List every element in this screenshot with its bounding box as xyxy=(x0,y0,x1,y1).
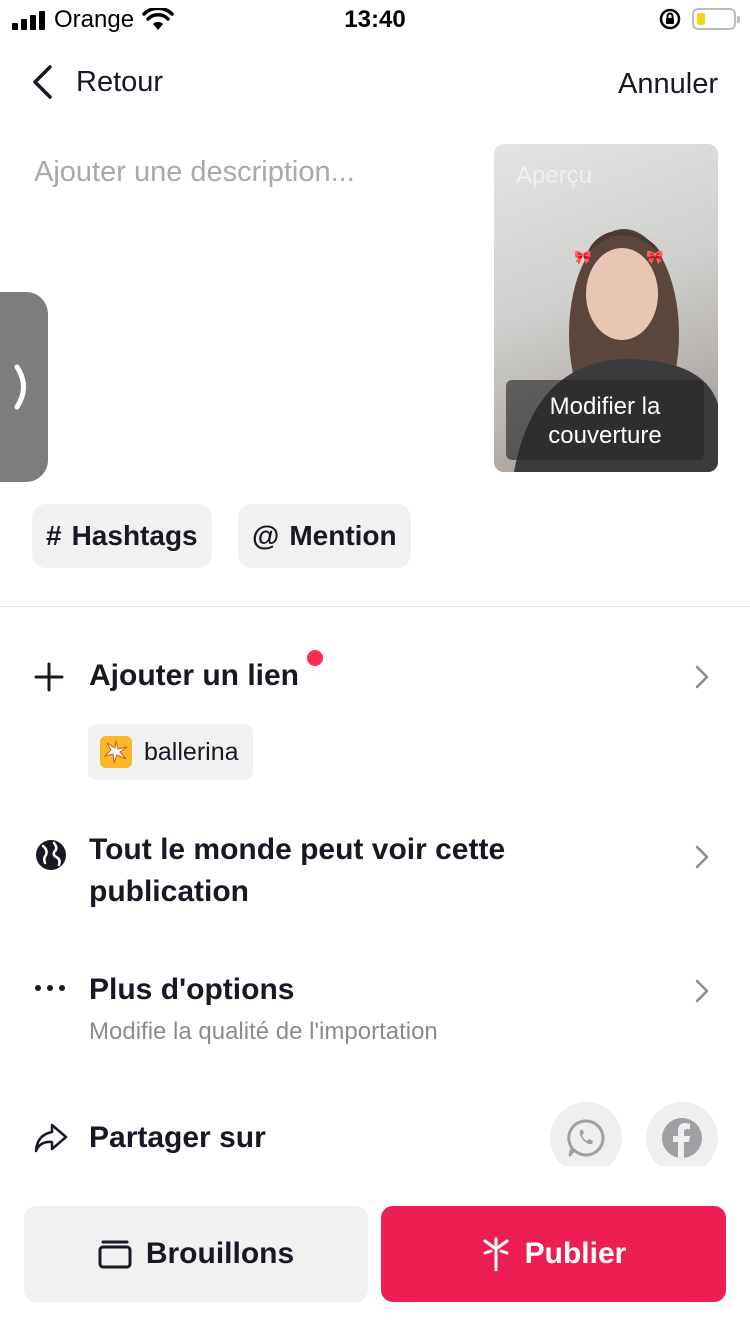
preview-label: Aperçu xyxy=(516,162,593,189)
cover-thumbnail[interactable]: 🎀 🎀 Aperçu Modifier la couverture xyxy=(494,144,718,472)
mention-label: Mention xyxy=(289,520,397,551)
description-input[interactable]: Ajouter une description... xyxy=(34,156,454,456)
visibility-label-line2: publication xyxy=(89,875,249,908)
more-options-row[interactable]: Plus d'options Modifie la qualité de l'i… xyxy=(0,968,750,1052)
whatsapp-icon xyxy=(567,1119,605,1157)
globe-icon xyxy=(36,840,66,870)
chevron-right-icon xyxy=(14,364,26,410)
cancel-button[interactable]: Annuler xyxy=(618,68,718,101)
mention-button[interactable]: @ Mention xyxy=(238,504,411,568)
add-link-label: Ajouter un lien xyxy=(89,659,299,692)
svg-text:🎀: 🎀 xyxy=(574,249,591,265)
share-whatsapp-button[interactable] xyxy=(550,1102,622,1174)
add-link-row[interactable]: Ajouter un lien xyxy=(0,652,750,700)
mention-icon: @ xyxy=(252,520,280,551)
publish-button[interactable]: Publier xyxy=(381,1206,726,1302)
section-divider xyxy=(0,606,750,607)
visibility-row[interactable]: Tout le monde peut voir cette publicatio… xyxy=(0,830,750,916)
edit-cover-button[interactable]: Modifier la couverture xyxy=(506,380,704,460)
hashtags-label: Hashtags xyxy=(71,520,198,551)
orientation-lock-icon xyxy=(659,8,681,30)
share-label: Partager sur xyxy=(89,1121,266,1154)
hashtag-icon: # xyxy=(46,520,62,551)
publish-icon xyxy=(483,1237,509,1271)
link-tag-label: ballerina xyxy=(144,737,239,766)
back-button[interactable]: Retour xyxy=(30,64,163,100)
chevron-right-icon xyxy=(695,979,709,1003)
nav-bar: Retour Annuler xyxy=(0,48,750,120)
bottom-bar-background xyxy=(0,1166,750,1206)
more-dots-icon xyxy=(35,985,65,991)
svg-text:🎀: 🎀 xyxy=(646,249,663,265)
share-arrow-icon xyxy=(34,1123,68,1153)
more-options-label: Plus d'options xyxy=(89,973,295,1006)
battery-icon xyxy=(692,8,740,30)
chevron-left-icon xyxy=(33,65,52,99)
edit-cover-line2: couverture xyxy=(548,422,662,449)
new-indicator-dot xyxy=(307,650,323,666)
drafts-button[interactable]: Brouillons xyxy=(24,1206,368,1302)
link-tag[interactable]: ballerina xyxy=(88,724,253,780)
chevron-right-icon xyxy=(695,665,709,689)
side-panel-handle[interactable] xyxy=(0,292,48,482)
publish-label: Publier xyxy=(524,1237,627,1270)
edit-cover-line1: Modifier la xyxy=(549,393,661,420)
drafts-icon xyxy=(98,1240,132,1269)
sparkle-icon xyxy=(100,736,132,768)
share-row: Partager sur xyxy=(0,1116,750,1164)
status-bar: Orange 13:40 xyxy=(0,0,750,40)
hashtags-button[interactable]: # Hashtags xyxy=(32,504,212,568)
status-time: 13:40 xyxy=(344,6,406,33)
back-label: Retour xyxy=(76,65,164,98)
visibility-label-line1: Tout le monde peut voir cette xyxy=(89,833,506,866)
share-facebook-button[interactable] xyxy=(646,1102,718,1174)
more-options-subtitle: Modifie la qualité de l'importation xyxy=(89,1018,438,1045)
facebook-icon xyxy=(662,1118,702,1158)
plus-icon xyxy=(34,662,64,692)
status-right xyxy=(658,7,740,31)
chevron-right-icon xyxy=(695,845,709,869)
drafts-label: Brouillons xyxy=(145,1237,295,1270)
